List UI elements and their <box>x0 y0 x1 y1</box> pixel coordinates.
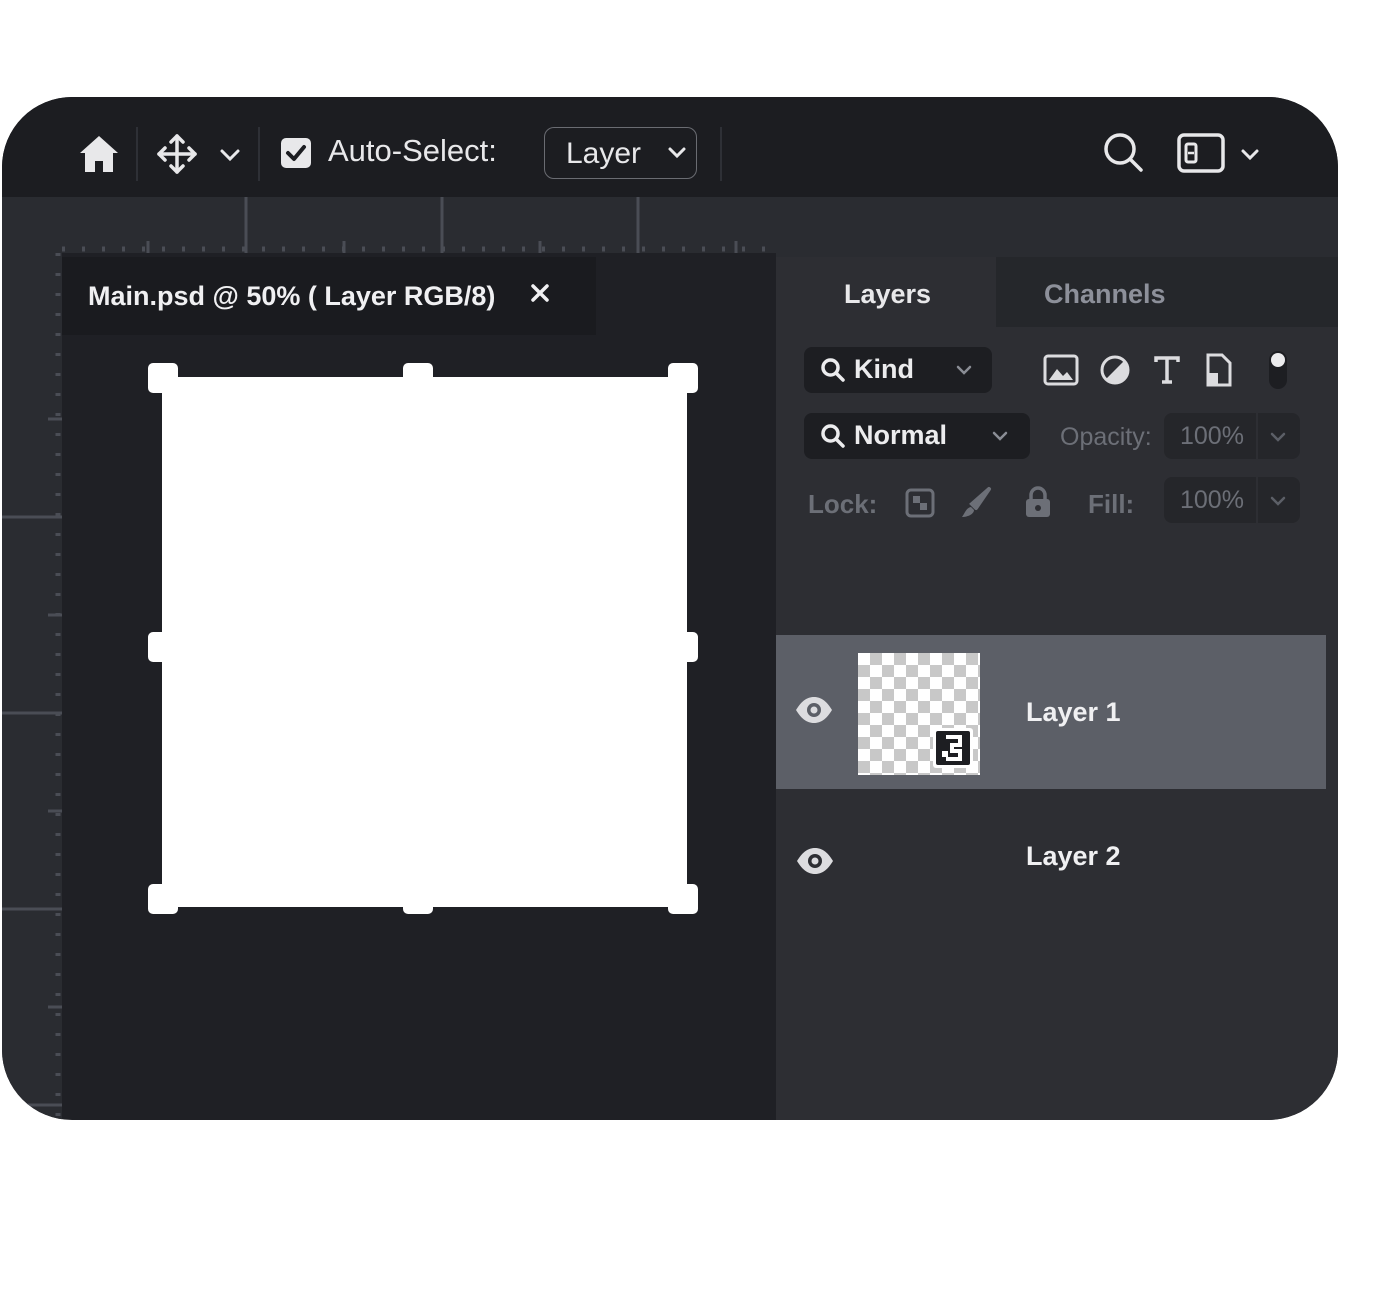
adjustment-filter-icon[interactable] <box>1096 351 1134 389</box>
workspace-icon[interactable] <box>1176 131 1226 175</box>
lock-transparent-icon[interactable] <box>902 485 938 521</box>
divider <box>1256 477 1258 523</box>
fill-field[interactable]: 100% <box>1164 477 1300 523</box>
filter-kind-label: Kind <box>854 354 914 384</box>
lock-paint-icon[interactable] <box>958 485 994 521</box>
opacity-value: 100% <box>1180 422 1244 450</box>
transform-handle-bottom[interactable] <box>403 884 433 914</box>
vertical-ruler[interactable] <box>2 197 62 1120</box>
chevron-down-icon <box>990 428 1010 444</box>
transform-handle-bottom-right[interactable] <box>668 884 698 914</box>
chevron-down-icon[interactable] <box>1268 493 1288 509</box>
eye-icon[interactable] <box>794 695 834 725</box>
transform-handle-left[interactable] <box>148 632 178 662</box>
chevron-down-icon <box>954 362 974 378</box>
tab-channels[interactable]: Channels <box>996 257 1338 327</box>
type-filter-icon[interactable] <box>1148 351 1186 389</box>
tab-label: Layers <box>844 279 932 309</box>
close-icon[interactable] <box>522 275 558 311</box>
transform-handle-top-right[interactable] <box>668 363 698 393</box>
separator <box>720 127 722 181</box>
image-filter-icon[interactable] <box>1042 351 1080 389</box>
smart-object-icon <box>932 727 974 769</box>
chevron-down-icon[interactable] <box>218 143 242 167</box>
separator <box>258 127 260 181</box>
search-icon[interactable] <box>1100 129 1146 175</box>
search-icon <box>820 357 846 383</box>
home-icon[interactable] <box>76 131 122 177</box>
tab-label: Channels <box>1044 279 1166 309</box>
lock-all-icon[interactable] <box>1020 483 1056 521</box>
opacity-label: Opacity: <box>1060 423 1152 451</box>
chevron-down-icon[interactable] <box>1238 143 1262 167</box>
document-canvas[interactable] <box>162 377 687 907</box>
filter-kind-dropdown[interactable]: Kind <box>804 347 992 393</box>
divider <box>1256 413 1258 459</box>
search-icon <box>820 423 846 449</box>
chevron-down-icon[interactable] <box>1268 429 1288 445</box>
adjustment-layer-icon[interactable] <box>1042 1119 1088 1120</box>
horizontal-ruler[interactable] <box>62 197 778 253</box>
fill-value: 100% <box>1180 486 1244 514</box>
blend-mode-label: Normal <box>854 420 948 450</box>
auto-select-checkbox[interactable] <box>280 137 312 169</box>
layers-panel: Layers Channels Kind Normal Opacity: 100… <box>776 257 1338 1120</box>
photoshop-window: Auto-Select: Layer Main.psd @ 50% (Laye… <box>2 97 1338 1120</box>
layer-name[interactable]: Layer 2 <box>1026 841 1121 872</box>
blend-mode-dropdown[interactable]: Normal <box>804 413 1030 459</box>
auto-select-dropdown[interactable]: Layer <box>544 127 697 179</box>
document-title: Main.psd @ 50% ( Layer RGB/8) <box>88 281 496 311</box>
lock-label: Lock: <box>808 489 878 519</box>
eye-icon[interactable] <box>794 845 836 877</box>
move-icon[interactable] <box>154 131 200 177</box>
layer-name[interactable]: Layer 1 <box>1026 697 1121 728</box>
filter-toggle-icon[interactable] <box>1266 349 1290 391</box>
auto-select-label: Auto-Select: <box>328 133 497 168</box>
new-layer-icon[interactable] <box>1184 1119 1224 1120</box>
tab-layers[interactable]: Layers <box>776 257 996 327</box>
delete-layer-icon[interactable] <box>1254 1117 1294 1120</box>
options-bar: Auto-Select: Layer <box>2 97 1338 197</box>
transform-handle-top-left[interactable] <box>148 363 178 393</box>
opacity-field[interactable]: 100% <box>1164 413 1300 459</box>
panel-top-strip <box>776 197 1338 257</box>
fill-label: Fill: <box>1088 489 1135 519</box>
transform-handle-right[interactable] <box>668 632 698 662</box>
separator <box>136 127 138 181</box>
transform-handle-top[interactable] <box>403 363 433 393</box>
shape-filter-icon[interactable] <box>1200 351 1238 389</box>
auto-select-value: Layer <box>566 137 642 170</box>
chevron-down-icon <box>666 143 688 163</box>
document-tab[interactable]: Main.psd @ 50% ( Layer RGB/8) <box>62 257 596 335</box>
transform-handle-bottom-left[interactable] <box>148 884 178 914</box>
